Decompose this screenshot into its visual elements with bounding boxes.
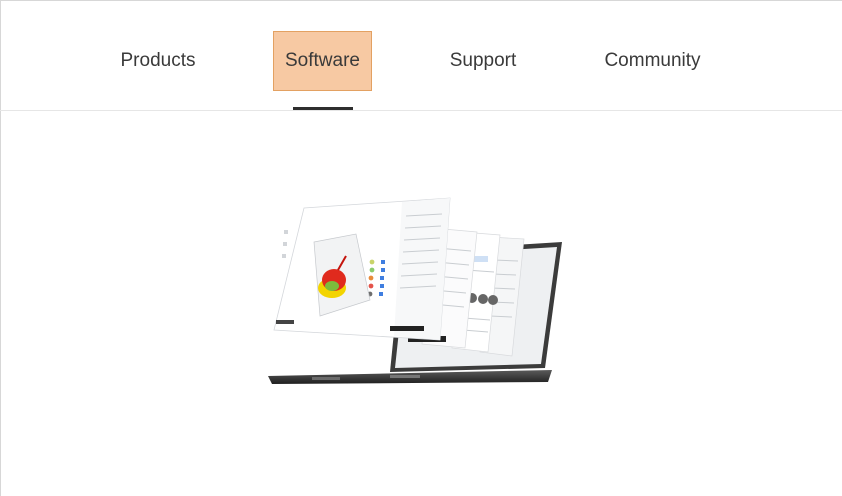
nav-item-software[interactable]: Software	[273, 31, 372, 91]
top-navigation: Products Software Support Community	[0, 0, 842, 111]
nav-item-community[interactable]: Community	[595, 31, 710, 91]
active-tab-underline	[293, 107, 353, 110]
nav-item-products[interactable]: Products	[110, 31, 206, 91]
software-laptop-icon	[268, 197, 562, 384]
software-laptop-illustration	[262, 190, 572, 390]
nav-item-support[interactable]: Support	[440, 31, 526, 91]
